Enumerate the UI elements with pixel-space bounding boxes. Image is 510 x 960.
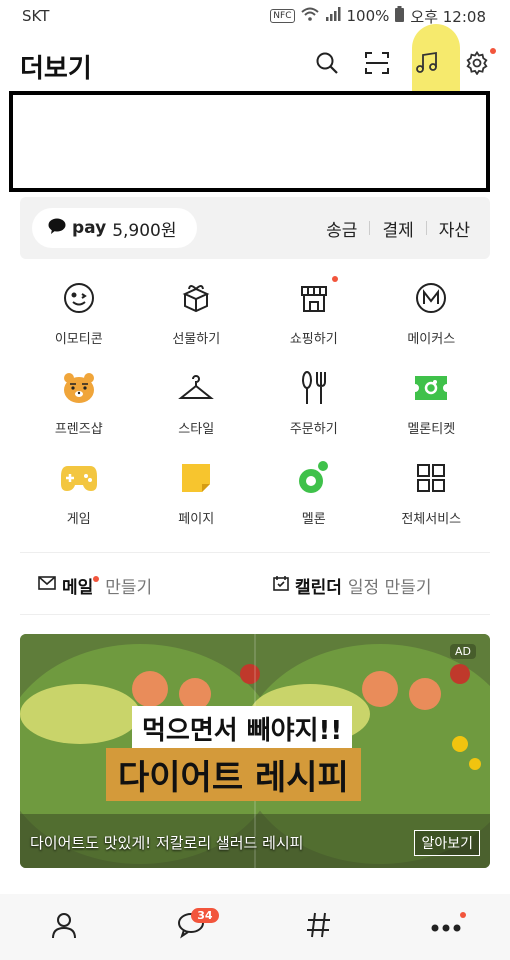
service-melon-ticket[interactable]: 멜론티켓 <box>373 368 491 440</box>
service-label: 프렌즈샵 <box>54 422 103 437</box>
chat-unread-badge: 34 <box>191 908 219 923</box>
signal-icon <box>325 7 341 25</box>
battery-icon <box>395 6 405 26</box>
clock: 오후 12:08 <box>410 7 486 26</box>
quick-actions: 메일 만들기 캘린더 일정 만들기 <box>20 560 490 610</box>
ad-caption: 다이어트도 맛있게! 저칼로리 샐러드 레시피 <box>30 834 304 852</box>
header: 더보기 <box>0 38 510 94</box>
service-label: 페이지 <box>178 512 215 527</box>
service-gift[interactable]: 선물하기 <box>138 278 256 350</box>
service-emoticon[interactable]: 이모티콘 <box>20 278 138 350</box>
service-game[interactable]: 게임 <box>20 458 138 530</box>
scan-icon[interactable] <box>364 48 390 78</box>
pay-links: 송금 결제 자산 <box>326 216 470 241</box>
service-shopping[interactable]: 쇼핑하기 <box>255 276 373 350</box>
service-page[interactable]: 페이지 <box>138 458 256 530</box>
nfc-icon: NFC <box>270 9 295 23</box>
pay-chat-icon <box>48 218 66 239</box>
wifi-icon <box>300 7 319 25</box>
gamepad-icon <box>59 458 99 498</box>
friends-icon <box>59 368 99 408</box>
tab-more[interactable] <box>416 902 476 952</box>
divider <box>20 552 490 553</box>
settings-icon[interactable] <box>464 48 496 78</box>
banner-box[interactable] <box>9 91 490 192</box>
more-dots-icon <box>430 918 462 937</box>
emoticon-icon <box>59 278 99 318</box>
tab-view[interactable] <box>289 902 349 952</box>
tab-chats[interactable]: 34 <box>161 902 221 952</box>
mail-icon <box>38 575 56 595</box>
service-label: 선물하기 <box>172 332 221 347</box>
hanger-icon <box>176 368 216 408</box>
service-label: 주문하기 <box>289 422 338 437</box>
ad-tag: AD <box>450 644 476 659</box>
page-icon <box>176 458 216 498</box>
music-icon[interactable] <box>414 48 440 78</box>
service-label: 게임 <box>66 512 91 527</box>
service-label: 스타일 <box>178 422 215 437</box>
bottom-tab-bar: 34 <box>0 894 510 960</box>
calendar-create[interactable]: 캘린더 일정 만들기 <box>255 573 490 598</box>
ad-banner[interactable]: AD 먹으면서 빼야지!! 다이어트 레시피 다이어트도 맛있게! 저칼로리 샐… <box>20 634 490 868</box>
status-right: NFC 100% 오후 12:08 <box>270 6 486 27</box>
more-new-dot <box>460 912 467 918</box>
service-label: 멜론 <box>301 512 326 527</box>
page-title: 더보기 <box>20 53 92 84</box>
ticket-icon <box>411 368 451 408</box>
carrier-label: SKT <box>22 7 50 25</box>
mail-label: 메일 <box>62 577 94 598</box>
service-label: 쇼핑하기 <box>289 332 338 347</box>
service-style[interactable]: 스타일 <box>138 368 256 440</box>
person-icon <box>50 911 78 943</box>
mail-sub: 만들기 <box>105 577 153 598</box>
service-friends-shop[interactable]: 프렌즈샵 <box>20 368 138 440</box>
calendar-icon <box>273 575 289 596</box>
pay-link-send[interactable]: 송금 <box>326 216 357 241</box>
shop-icon <box>294 276 338 318</box>
fork-knife-icon <box>294 368 334 408</box>
divider <box>369 221 371 235</box>
service-melon[interactable]: 멜론 <box>255 458 373 530</box>
pay-brand: pay <box>72 218 107 238</box>
makers-icon <box>411 278 451 318</box>
service-label: 멜론티켓 <box>407 422 456 437</box>
battery-level: 100% <box>346 7 390 25</box>
gift-icon <box>176 278 216 318</box>
service-label: 메이커스 <box>407 332 456 347</box>
service-label: 전체서비스 <box>401 512 462 527</box>
ad-headline-1: 먹으면서 빼야지!! <box>132 706 353 751</box>
calendar-sub: 일정 만들기 <box>347 577 432 598</box>
melon-icon <box>294 458 334 498</box>
service-order[interactable]: 주문하기 <box>255 368 373 440</box>
service-all[interactable]: 전체서비스 <box>373 458 491 530</box>
ad-headline-2: 다이어트 레시피 <box>106 748 361 801</box>
tab-friends[interactable] <box>34 902 94 952</box>
grid-icon <box>411 458 451 498</box>
pay-balance: 5,900원 <box>112 220 177 241</box>
mail-create[interactable]: 메일 만들기 <box>20 573 255 598</box>
service-label: 이모티콘 <box>54 332 103 347</box>
ad-cta-button[interactable]: 알아보기 <box>414 830 480 856</box>
shopping-new-dot <box>331 276 338 282</box>
hash-icon <box>306 911 332 943</box>
mail-new-dot <box>93 576 100 582</box>
header-actions <box>314 48 496 78</box>
pay-bar: pay 5,900원 송금 결제 자산 <box>20 197 490 259</box>
calendar-label: 캘린더 <box>295 577 342 598</box>
pay-balance-pill[interactable]: pay 5,900원 <box>32 208 197 248</box>
service-grid: 이모티콘 선물하기 쇼핑하기 메이커스 프렌즈샵 스타일 주문하기 멜론티켓 게… <box>20 276 491 530</box>
divider <box>425 221 427 235</box>
pay-link-assets[interactable]: 자산 <box>439 216 470 241</box>
pay-link-payment[interactable]: 결제 <box>382 216 413 241</box>
divider <box>20 614 490 615</box>
search-icon[interactable] <box>314 48 340 78</box>
settings-new-dot <box>490 48 496 54</box>
service-makers[interactable]: 메이커스 <box>373 278 491 350</box>
